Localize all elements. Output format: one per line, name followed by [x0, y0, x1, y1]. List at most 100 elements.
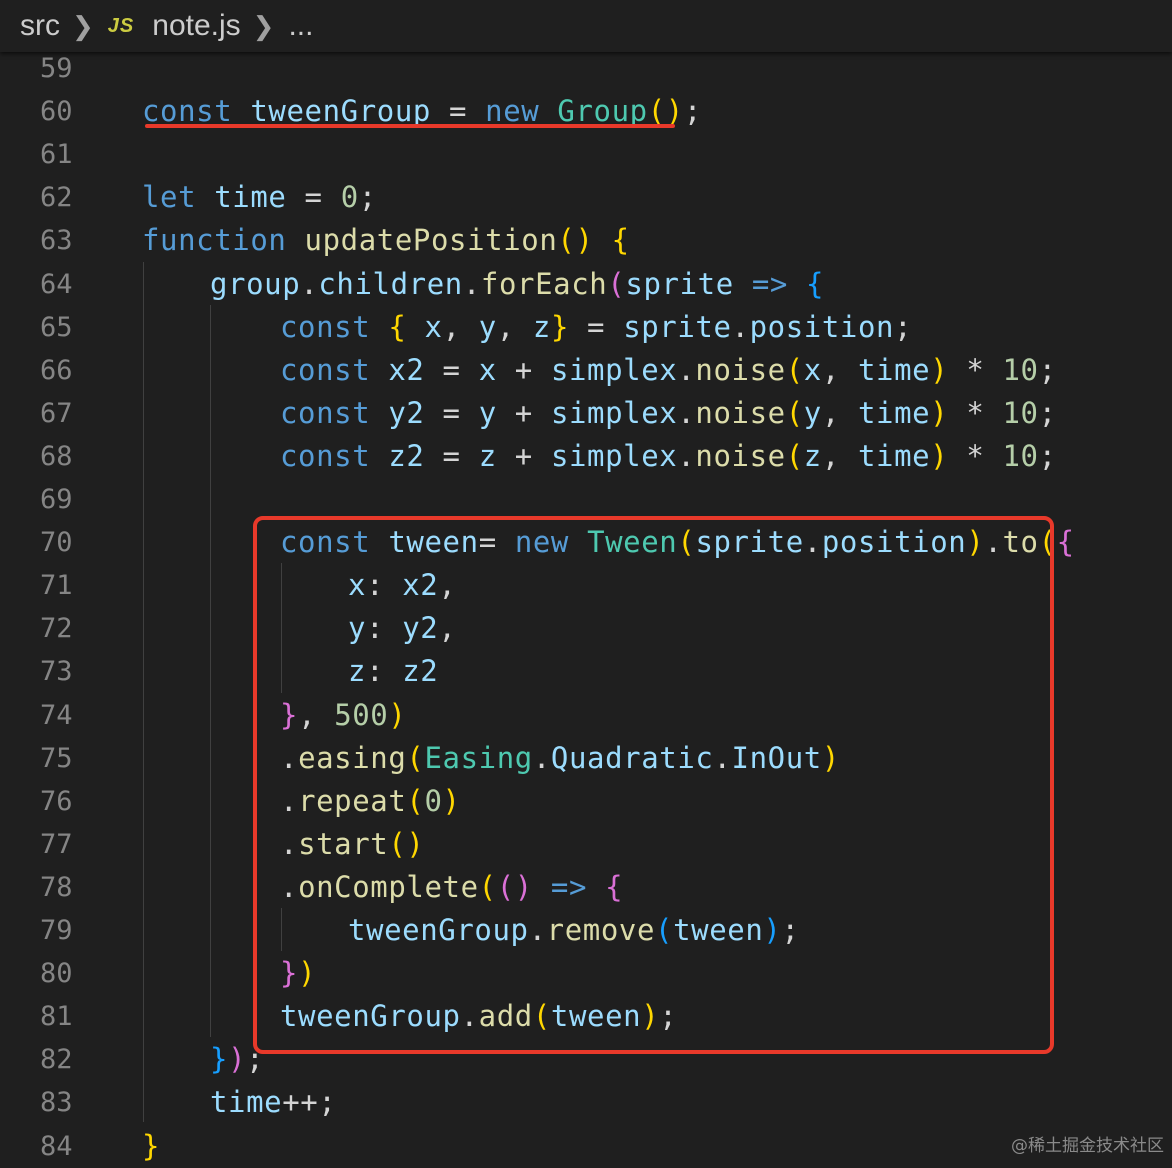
code-token: x: [424, 309, 443, 344]
code-token: =: [424, 352, 479, 387]
code-token: time: [210, 1085, 283, 1120]
code-token: x: [803, 352, 822, 387]
code-token: ,: [442, 309, 479, 344]
code-text[interactable]: function updatePosition() {: [142, 219, 630, 262]
code-token: ;: [683, 94, 702, 129]
code-line[interactable]: 61: [0, 133, 1172, 176]
code-text[interactable]: }: [142, 1125, 160, 1168]
code-token: ): [228, 1042, 247, 1077]
code-token: x: [478, 352, 497, 387]
code-token: time: [857, 352, 931, 387]
code-token: +: [496, 352, 551, 387]
code-token: ,: [821, 352, 858, 387]
code-line[interactable]: 64 group.children.forEach(sprite => {: [0, 263, 1172, 306]
code-token: ;: [1038, 395, 1057, 430]
code-token: y: [478, 309, 497, 344]
line-number: 84: [40, 1130, 73, 1162]
code-line[interactable]: 67 const y2 = y + simplex.noise(y, time) …: [0, 392, 1172, 435]
breadcrumb-folder[interactable]: src: [20, 9, 60, 43]
code-token: }: [142, 1128, 161, 1163]
line-number: 73: [40, 656, 73, 688]
code-text[interactable]: const z2 = z + simplex.noise(z, time) * …: [280, 435, 1057, 478]
breadcrumb-file[interactable]: note.js: [152, 9, 240, 43]
code-token: y2: [388, 395, 425, 430]
line-number: 68: [40, 440, 73, 472]
chevron-right-icon: ❯: [252, 10, 275, 41]
code-token: time: [857, 395, 931, 430]
code-text[interactable]: const x2 = x + simplex.noise(x, time) * …: [280, 349, 1057, 392]
code-line[interactable]: 59: [0, 47, 1172, 90]
code-token: 10: [1002, 352, 1039, 387]
code-token: .: [731, 309, 750, 344]
code-token: .: [677, 395, 696, 430]
code-token: ;: [1038, 352, 1057, 387]
code-token: children: [318, 266, 463, 301]
code-token: const: [280, 309, 371, 344]
code-token: ;: [1038, 438, 1057, 473]
code-line[interactable]: 69: [0, 478, 1172, 521]
code-line[interactable]: 66 const x2 = x + simplex.noise(x, time) …: [0, 349, 1172, 392]
code-token: ;: [358, 180, 377, 215]
code-token: {: [1056, 525, 1075, 560]
line-number: 60: [40, 96, 73, 128]
code-token: new: [485, 94, 540, 129]
code-line[interactable]: 68 const z2 = z + simplex.noise(z, time) …: [0, 435, 1172, 478]
javascript-file-icon: JS: [107, 14, 135, 37]
code-token: const: [142, 94, 233, 129]
code-line[interactable]: 63 function updatePosition() {: [0, 219, 1172, 262]
line-number: 80: [40, 958, 73, 990]
code-token: {: [388, 309, 407, 344]
code-token: position: [749, 309, 895, 344]
line-number: 65: [40, 311, 73, 343]
code-token: ++;: [282, 1085, 337, 1120]
breadcrumb-more[interactable]: ...: [288, 9, 313, 43]
watermark: @稀土掘金技术社区: [1011, 1136, 1164, 1156]
line-number: 67: [40, 397, 73, 429]
code-token: =: [430, 94, 486, 129]
code-token: group: [210, 266, 301, 301]
code-token: z: [478, 438, 497, 473]
code-line[interactable]: 65 const { x, y, z} = sprite.position;: [0, 306, 1172, 349]
code-token: ,: [821, 438, 858, 473]
code-token: noise: [695, 438, 786, 473]
code-line[interactable]: 83 time++;: [0, 1081, 1172, 1124]
line-number: 62: [40, 182, 73, 214]
line-number: 61: [40, 139, 73, 171]
line-number: 71: [40, 570, 73, 602]
code-token: .: [300, 266, 319, 301]
code-line[interactable]: 84}: [0, 1125, 1172, 1168]
code-token: }: [210, 1042, 229, 1077]
code-text[interactable]: group.children.forEach(sprite => {: [210, 263, 824, 306]
code-token: x2: [388, 352, 425, 387]
line-number: 78: [40, 871, 73, 903]
code-text[interactable]: let time = 0;: [142, 176, 377, 219]
code-text[interactable]: time++;: [210, 1081, 336, 1124]
code-token: (: [785, 352, 804, 387]
code-token: =: [424, 438, 479, 473]
code-token: .: [677, 352, 696, 387]
line-number: 64: [40, 268, 73, 300]
code-token: {: [806, 266, 825, 301]
line-number: 75: [40, 742, 73, 774]
line-number: 72: [40, 613, 73, 645]
code-line[interactable]: 62 let time = 0;: [0, 176, 1172, 219]
code-token: (): [557, 223, 594, 258]
code-token: .: [462, 266, 481, 301]
code-token: ): [930, 438, 949, 473]
code-text[interactable]: const y2 = y + simplex.noise(y, time) * …: [280, 392, 1057, 435]
red-underline-annotation: [145, 124, 675, 128]
code-token: =>: [751, 266, 788, 301]
code-token: 10: [1002, 395, 1039, 430]
code-token: z: [803, 438, 822, 473]
code-text[interactable]: const { x, y, z} = sprite.position;: [280, 306, 912, 349]
code-token: ): [930, 352, 949, 387]
code-token: (: [607, 266, 626, 301]
line-number: 79: [40, 915, 73, 946]
